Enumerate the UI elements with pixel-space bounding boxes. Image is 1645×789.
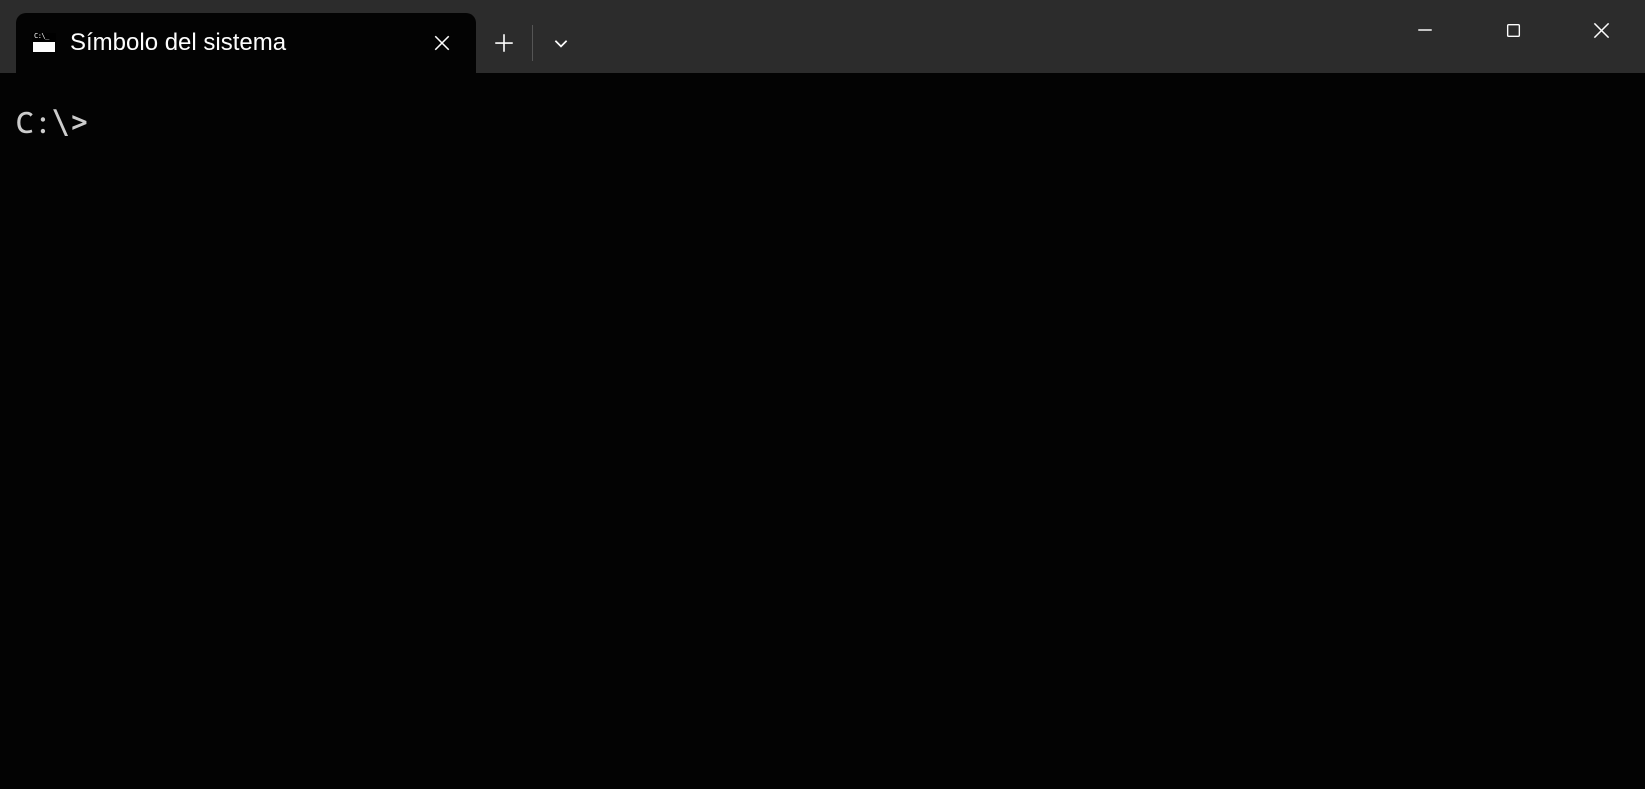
window-controls (1381, 0, 1645, 60)
window-close-button[interactable] (1557, 0, 1645, 60)
prompt-line: C:\> (16, 106, 1629, 141)
new-tab-button[interactable] (476, 13, 532, 73)
maximize-button[interactable] (1469, 0, 1557, 60)
maximize-icon (1505, 22, 1522, 39)
close-icon (1592, 21, 1611, 40)
terminal-body[interactable]: C:\> (0, 73, 1645, 789)
tab-area: Símbolo del sistema (0, 0, 589, 73)
minimize-button[interactable] (1381, 0, 1469, 60)
tab-active[interactable]: Símbolo del sistema (16, 13, 476, 73)
close-icon (433, 34, 451, 52)
cmd-icon (32, 33, 56, 53)
tab-actions (476, 13, 589, 73)
chevron-down-icon (552, 34, 570, 52)
tab-title: Símbolo del sistema (70, 29, 410, 57)
minimize-icon (1416, 21, 1434, 39)
plus-icon (494, 33, 514, 53)
tab-close-button[interactable] (424, 25, 460, 61)
titlebar: Símbolo del sistema (0, 0, 1645, 73)
tab-dropdown-button[interactable] (533, 13, 589, 73)
